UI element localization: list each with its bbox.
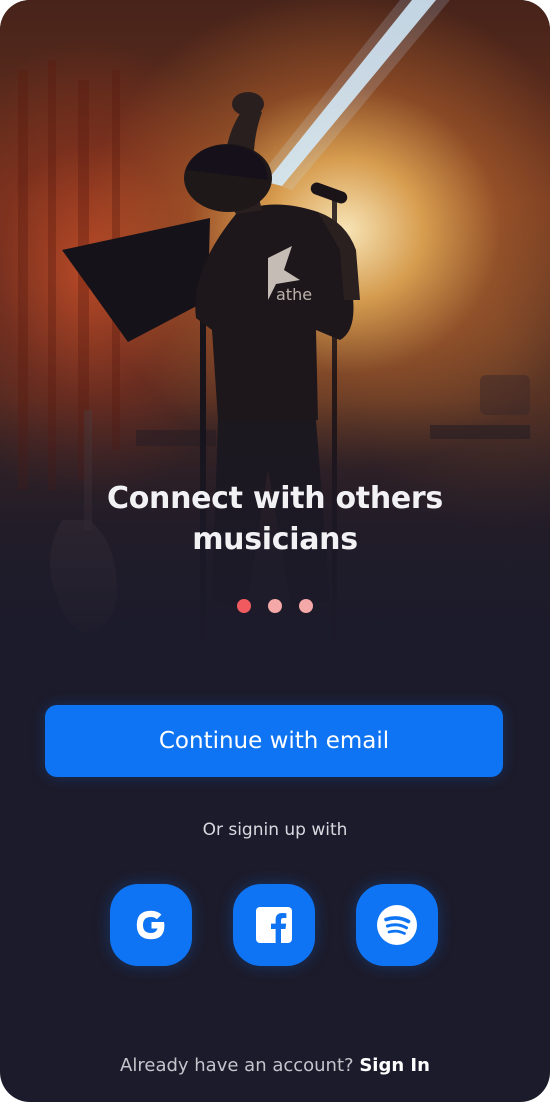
signin-prompt: Already have an account? Sign In [0,1055,550,1076]
already-have-account-text: Already have an account? [120,1055,354,1076]
hero-image: athe [0,0,550,680]
carousel-dot-1[interactable] [237,599,251,613]
social-signin-row [0,884,550,966]
google-icon [136,910,165,940]
spotify-signin-button[interactable] [356,884,438,966]
carousel-dot-3[interactable] [299,599,313,613]
onboarding-screen: athe Connect with others musicians Conti… [0,0,550,1102]
headline-line-1: Connect with others [106,481,443,516]
headline-line-2: musicians [192,522,358,557]
continue-with-email-button[interactable]: Continue with email [45,705,503,777]
svg-text:athe: athe [276,285,312,304]
spotify-icon [377,905,417,945]
page-title: Connect with others musicians [0,478,550,560]
carousel-indicator [0,599,550,613]
google-signin-button[interactable] [110,884,192,966]
carousel-dot-2[interactable] [268,599,282,613]
facebook-signin-button[interactable] [233,884,315,966]
facebook-icon [256,907,292,943]
sign-in-link[interactable]: Sign In [359,1055,430,1076]
social-signin-label: Or signin up with [202,820,348,840]
